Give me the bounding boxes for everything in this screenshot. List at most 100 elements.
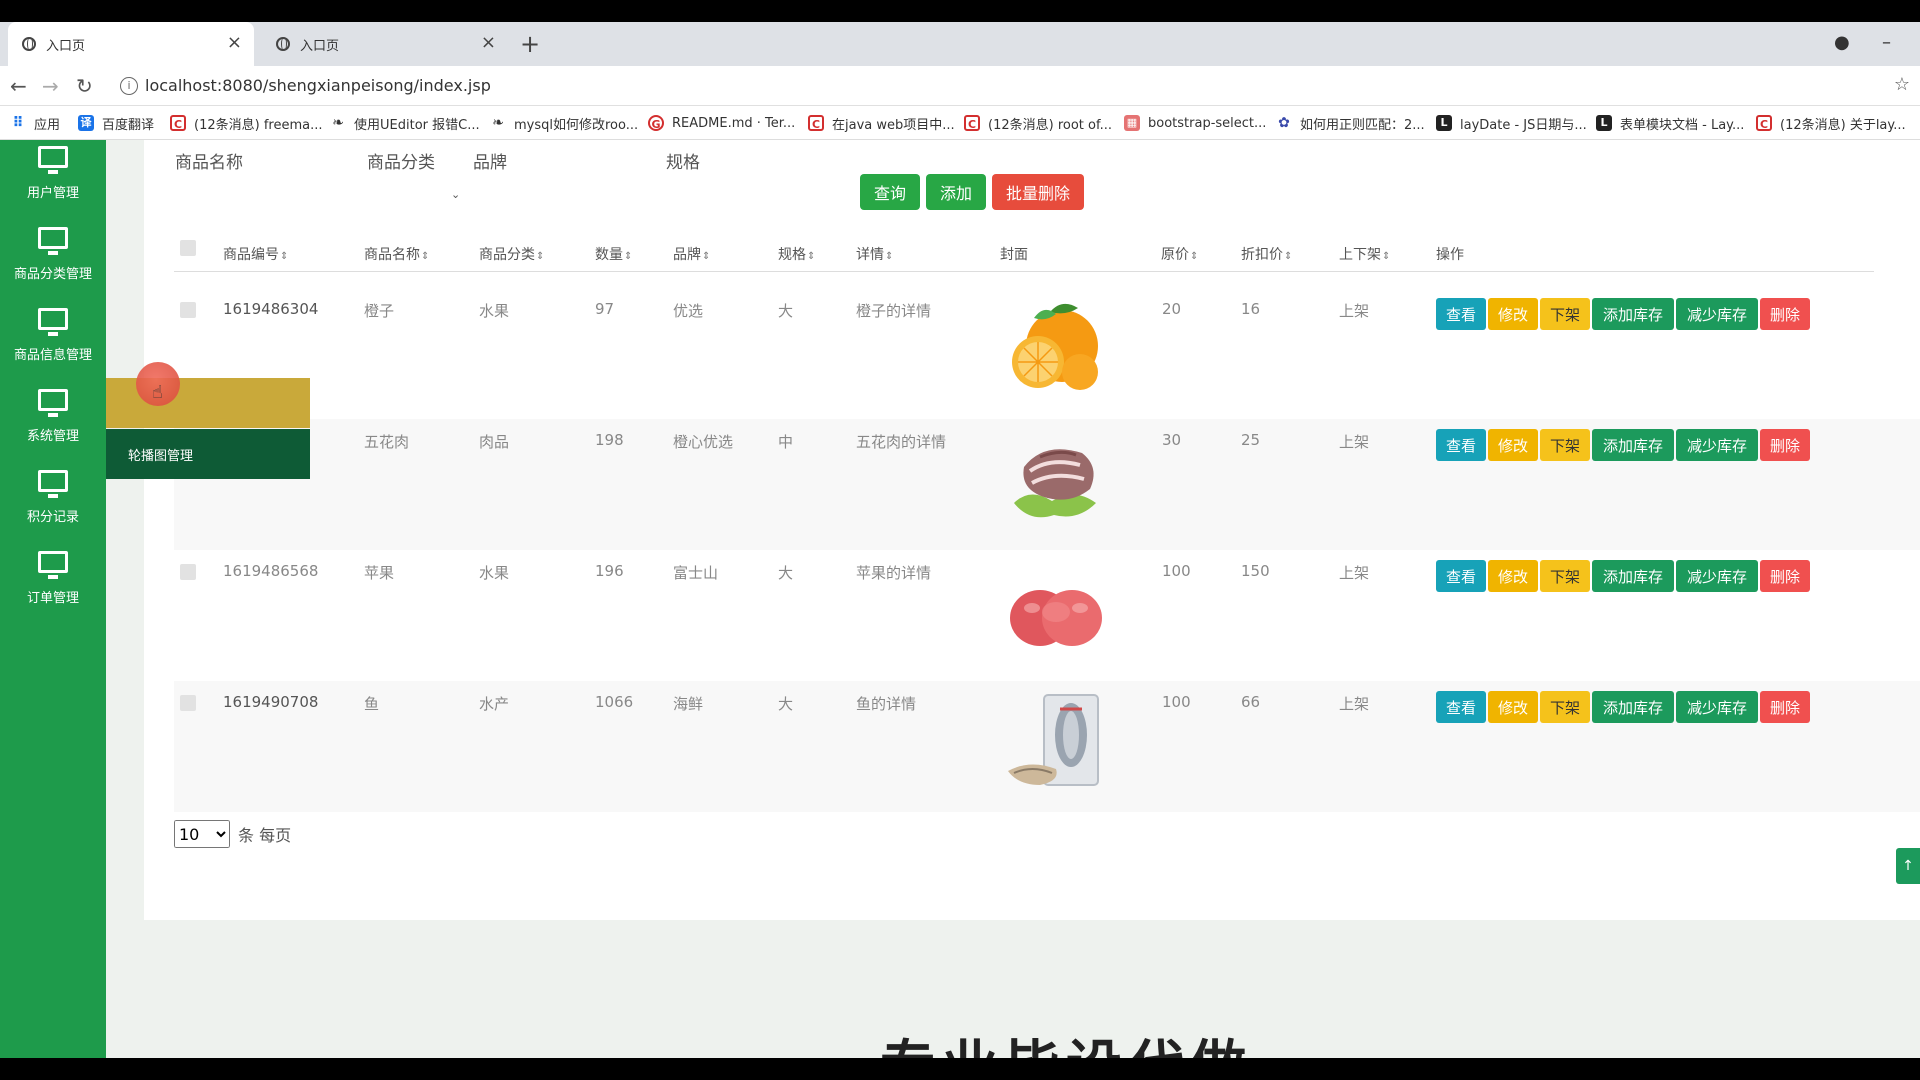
- page-size-suffix: 条 每页: [238, 826, 292, 845]
- filter-brand[interactable]: 品牌: [473, 148, 507, 173]
- query-button[interactable]: 查询: [860, 174, 920, 210]
- apps-grid-icon: ⠿: [12, 115, 24, 131]
- close-icon[interactable]: ×: [227, 34, 242, 52]
- bookmark-item[interactable]: ▦ bootstrap-select...: [1124, 106, 1266, 140]
- sidebar-item-points[interactable]: 积分记录: [0, 464, 106, 544]
- add-stock-button[interactable]: 添加库存: [1592, 429, 1674, 461]
- column-header[interactable]: 原价⇕: [1161, 244, 1198, 264]
- bookmark-item[interactable]: LlayDate - JS日期与...: [1436, 106, 1587, 140]
- sidebar-item-products[interactable]: 商品信息管理: [0, 302, 106, 382]
- sort-icon: ⇕: [1382, 251, 1391, 262]
- column-header[interactable]: 品牌⇕: [673, 244, 710, 264]
- reduce-stock-button[interactable]: 减少库存: [1676, 691, 1758, 723]
- chevron-down-icon[interactable]: ⌄: [451, 188, 460, 201]
- sidebar-item-orders[interactable]: 订单管理: [0, 545, 106, 625]
- bookmark-item[interactable]: G README.md · Ter...: [648, 106, 795, 140]
- column-header[interactable]: 规格⇕: [778, 244, 815, 264]
- profile-icon[interactable]: ●: [1834, 32, 1850, 53]
- add-stock-button[interactable]: 添加库存: [1592, 298, 1674, 330]
- filter-product-name[interactable]: 商品名称: [175, 148, 243, 173]
- gitee-icon: G: [648, 115, 664, 131]
- submenu-item-carousel[interactable]: 轮播图管理: [106, 429, 310, 479]
- column-header[interactable]: 折扣价⇕: [1241, 244, 1292, 264]
- bookmark-item[interactable]: ❧ mysql如何修改roo...: [490, 106, 638, 140]
- monitor-icon: [38, 308, 68, 336]
- reduce-stock-button[interactable]: 减少库存: [1676, 429, 1758, 461]
- add-stock-button[interactable]: 添加库存: [1592, 560, 1674, 592]
- globe-icon: [22, 37, 36, 51]
- edit-button[interactable]: 修改: [1488, 429, 1538, 461]
- bookmark-item[interactable]: ✿ 如何用正则匹配：2...: [1276, 106, 1425, 140]
- bookmark-item[interactable]: C 在java web项目中...: [808, 106, 955, 140]
- bookmark-item[interactable]: C (12条消息) 关于lay...: [1756, 106, 1906, 140]
- close-icon[interactable]: ×: [481, 34, 496, 52]
- batch-delete-button[interactable]: 批量删除: [992, 174, 1084, 210]
- table-row: 1619490708 鱼 水产 1066 海鲜 大 鱼的详情 100 66 上架…: [174, 681, 1920, 812]
- unlist-button[interactable]: 下架: [1540, 298, 1590, 330]
- reduce-stock-button[interactable]: 减少库存: [1676, 560, 1758, 592]
- table-row: 五花肉 肉品 198 橙心优选 中 五花肉的详情 30 25 上架 查看 修改 …: [174, 419, 1920, 550]
- sort-icon: ⇕: [1284, 251, 1293, 262]
- cover-image-pork: [1000, 427, 1110, 533]
- minimize-icon[interactable]: –: [1882, 32, 1891, 53]
- promo-heading: 专业毕设代做: [880, 1022, 1252, 1058]
- bookmark-item[interactable]: C (12条消息) freema...: [170, 106, 322, 140]
- select-all-checkbox[interactable]: [180, 240, 196, 256]
- bookmark-item[interactable]: ❧ 使用UEditor 报错C...: [330, 106, 479, 140]
- bookmark-icon: ▦: [1124, 115, 1140, 131]
- edit-button[interactable]: 修改: [1488, 298, 1538, 330]
- csdn-icon: C: [170, 115, 186, 131]
- info-icon[interactable]: i: [120, 77, 138, 95]
- reload-icon[interactable]: ↻: [76, 74, 93, 98]
- sidebar-item-system[interactable]: 系统管理: [0, 383, 106, 463]
- column-header[interactable]: 商品编号⇕: [223, 244, 288, 264]
- column-header[interactable]: 上下架⇕: [1339, 244, 1390, 264]
- filter-category[interactable]: 商品分类: [367, 148, 435, 173]
- column-header[interactable]: 商品名称⇕: [364, 244, 429, 264]
- monitor-icon: [38, 146, 68, 174]
- unlist-button[interactable]: 下架: [1540, 691, 1590, 723]
- bookmark-item[interactable]: L 表单模块文档 - Lay...: [1596, 106, 1744, 140]
- sidebar-item-category[interactable]: 商品分类管理: [0, 221, 106, 301]
- bookmark-item[interactable]: 译百度翻译: [78, 106, 154, 140]
- delete-button[interactable]: 删除: [1760, 691, 1810, 723]
- reduce-stock-button[interactable]: 减少库存: [1676, 298, 1758, 330]
- view-button[interactable]: 查看: [1436, 298, 1486, 330]
- delete-button[interactable]: 删除: [1760, 298, 1810, 330]
- row-checkbox[interactable]: [180, 302, 196, 318]
- sidebar-item-users[interactable]: 用户管理: [0, 140, 106, 220]
- new-tab-icon[interactable]: +: [520, 30, 540, 58]
- browser-tab-2[interactable]: 入口页 ×: [262, 22, 508, 66]
- row-checkbox[interactable]: [180, 564, 196, 580]
- sort-icon: ⇕: [280, 251, 289, 262]
- column-header[interactable]: 详情⇕: [856, 244, 893, 264]
- forward-arrow-icon[interactable]: →: [42, 74, 59, 98]
- main-panel: 商品名称 商品分类 ⌄ 品牌 规格 查询 添加 批量删除 商品编号⇕ 商品名称⇕…: [144, 140, 1920, 920]
- delete-button[interactable]: 删除: [1760, 560, 1810, 592]
- back-arrow-icon[interactable]: ←: [10, 74, 27, 98]
- filter-spec[interactable]: 规格: [666, 148, 700, 173]
- bookmark-item[interactable]: C (12条消息) root of...: [964, 106, 1112, 140]
- bookmark-apps[interactable]: ⠿ 应用: [10, 106, 60, 140]
- browser-tab-1[interactable]: 入口页 ×: [8, 22, 254, 66]
- url-input[interactable]: localhost:8080/shengxianpeisong/index.js…: [145, 76, 491, 95]
- column-header[interactable]: 数量⇕: [595, 244, 632, 264]
- add-button[interactable]: 添加: [926, 174, 986, 210]
- view-button[interactable]: 查看: [1436, 691, 1486, 723]
- layui-icon: L: [1436, 115, 1452, 131]
- edit-button[interactable]: 修改: [1488, 691, 1538, 723]
- view-button[interactable]: 查看: [1436, 429, 1486, 461]
- unlist-button[interactable]: 下架: [1540, 560, 1590, 592]
- view-button[interactable]: 查看: [1436, 560, 1486, 592]
- delete-button[interactable]: 删除: [1760, 429, 1810, 461]
- sort-icon: ⇕: [807, 251, 816, 262]
- back-to-top-button[interactable]: ↑: [1896, 848, 1920, 884]
- row-checkbox[interactable]: [180, 695, 196, 711]
- star-icon[interactable]: ☆: [1894, 74, 1910, 95]
- edit-button[interactable]: 修改: [1488, 560, 1538, 592]
- add-stock-button[interactable]: 添加库存: [1592, 691, 1674, 723]
- page-size-select[interactable]: 10: [174, 820, 230, 848]
- hand-cursor-icon: ☝: [152, 382, 163, 403]
- column-header[interactable]: 商品分类⇕: [479, 244, 544, 264]
- unlist-button[interactable]: 下架: [1540, 429, 1590, 461]
